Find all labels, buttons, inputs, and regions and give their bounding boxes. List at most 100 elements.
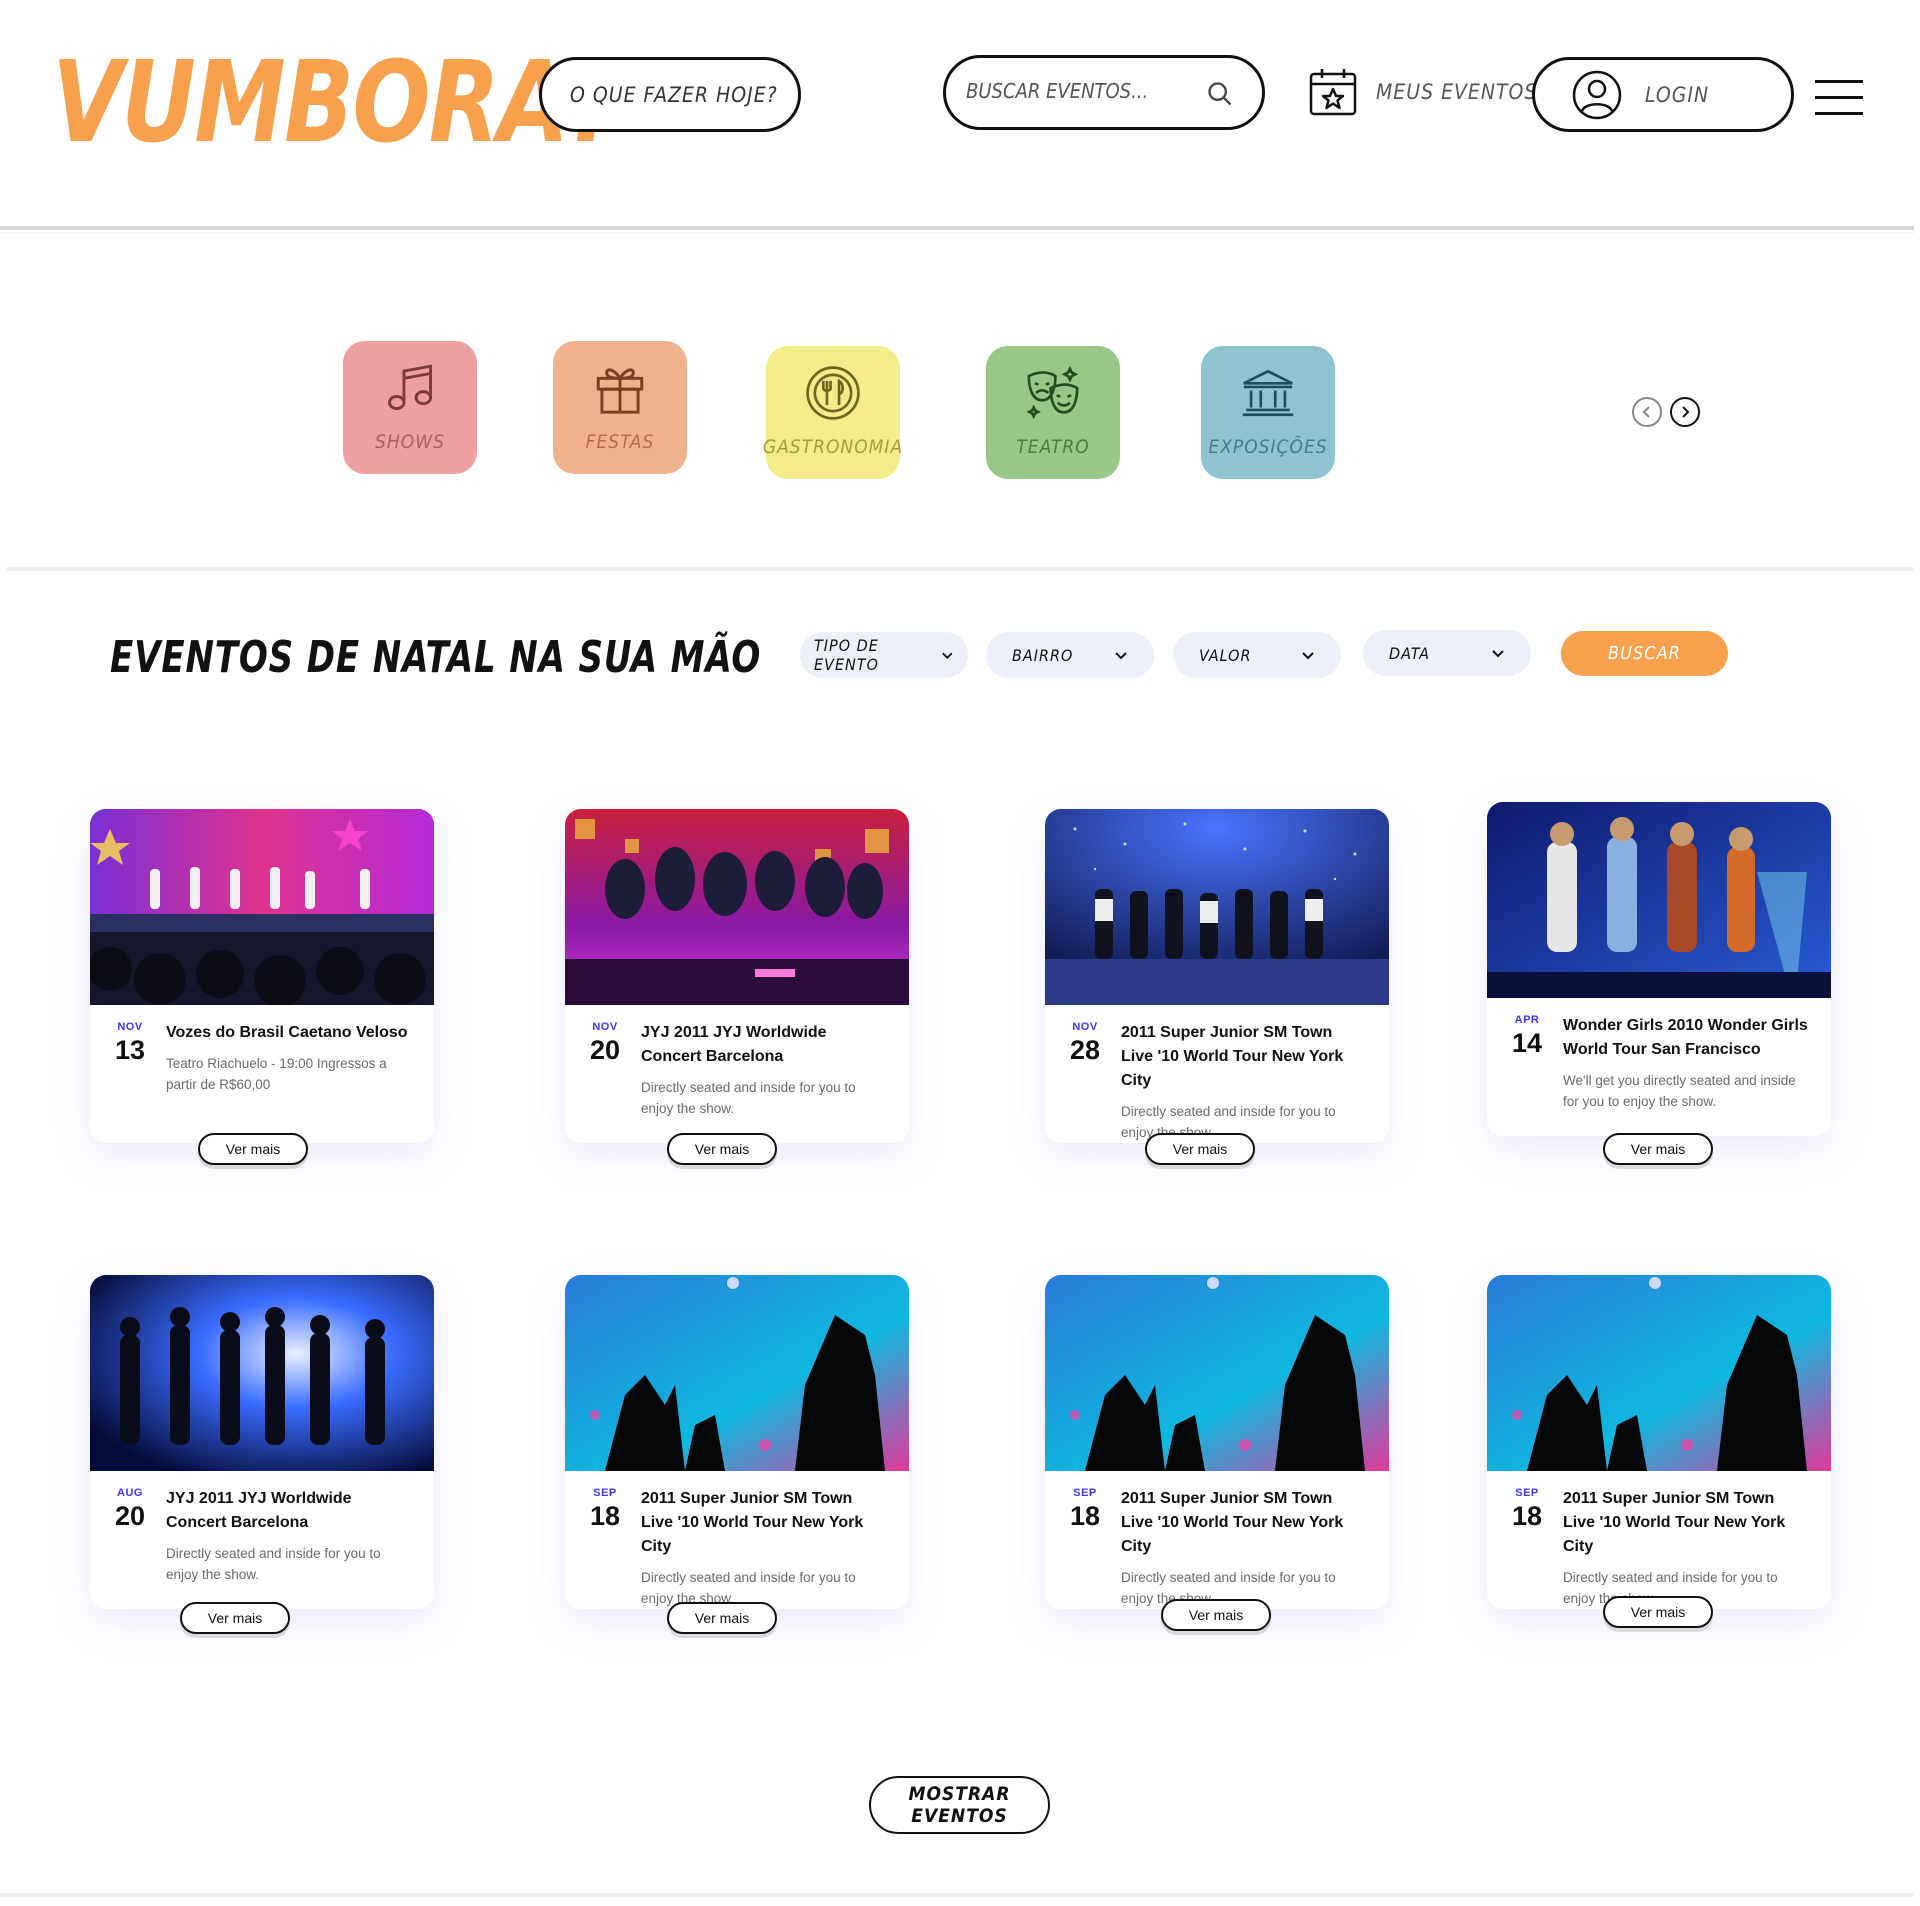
event-image[interactable]	[1045, 809, 1389, 1005]
filter-label: VALOR	[1199, 645, 1252, 665]
event-month: AUG	[117, 1487, 143, 1499]
category-label: FESTAS	[585, 431, 655, 453]
login-button[interactable]: LOGIN	[1532, 57, 1794, 132]
filter-price[interactable]: VALOR	[1173, 632, 1341, 678]
show-more-events-button[interactable]: MOSTRAR EVENTOS	[869, 1776, 1050, 1834]
filter-label: TIPO DE EVENTO	[814, 636, 879, 674]
event-day: 18	[1511, 1501, 1543, 1531]
filter-date[interactable]: DATA	[1363, 630, 1531, 676]
event-month: SEP	[1515, 1487, 1539, 1499]
see-more-button[interactable]: Ver mais	[180, 1602, 290, 1634]
theater-masks-icon	[1026, 365, 1079, 420]
category-label: SHOWS	[375, 431, 445, 453]
hamburger-menu-icon[interactable]	[1815, 80, 1863, 116]
search-input[interactable]	[966, 81, 1196, 104]
event-card[interactable]: AUG 20 JYJ 2011 JYJ Worldwide Concert Bar…	[90, 1275, 434, 1634]
chevron-down-icon	[1302, 652, 1314, 660]
event-card[interactable]: SEP 18 2011 Super Junior SM Town Live '10…	[1045, 1275, 1389, 1631]
event-day: 13	[114, 1035, 146, 1065]
chevron-down-icon	[942, 652, 953, 659]
category-teatro[interactable]: TEATRO	[986, 346, 1120, 479]
category-shows[interactable]: SHOWS	[343, 341, 477, 474]
event-card[interactable]: NOV 20 JYJ 2011 JYJ Worldwide Concert Bar…	[565, 809, 909, 1165]
event-image[interactable]	[1045, 1275, 1389, 1471]
event-description: Directly seated and inside for you to en…	[166, 1546, 381, 1582]
category-label: EXPOSIÇÕES	[1208, 436, 1328, 458]
event-title[interactable]: 2011 Super Junior SM Town Live '10 World…	[1563, 1487, 1809, 1559]
filter-event-type[interactable]: TIPO DE EVENTO	[800, 632, 968, 678]
see-more-button[interactable]: Ver mais	[1603, 1596, 1713, 1628]
event-month: SEP	[593, 1487, 617, 1499]
event-image[interactable]	[1487, 802, 1831, 998]
event-day: 20	[114, 1501, 146, 1531]
search-icon[interactable]	[1206, 80, 1234, 108]
what-to-do-button[interactable]: O QUE FAZER HOJE?	[539, 57, 801, 132]
see-more-button[interactable]: Ver mais	[667, 1602, 777, 1634]
calendar-star-icon	[1309, 69, 1357, 116]
event-card[interactable]: NOV 28 2011 Super Junior SM Town Live '10…	[1045, 809, 1389, 1165]
category-label: TEATRO	[1016, 436, 1090, 458]
event-month: NOV	[592, 1021, 618, 1033]
category-exposicoes[interactable]: EXPOSIÇÕES	[1201, 346, 1335, 479]
event-title[interactable]: 2011 Super Junior SM Town Live '10 World…	[1121, 1021, 1367, 1093]
event-title[interactable]: 2011 Super Junior SM Town Live '10 World…	[1121, 1487, 1367, 1559]
event-image[interactable]	[565, 809, 909, 1005]
filter-label: DATA	[1389, 643, 1430, 663]
gift-icon	[596, 368, 644, 414]
event-title[interactable]: JYJ 2011 JYJ Worldwide Concert Barcelona	[166, 1487, 412, 1535]
my-events-link[interactable]: MEUS EVENTOS	[1308, 66, 1537, 118]
event-day: 20	[589, 1035, 621, 1065]
search-events-button[interactable]: BUSCAR	[1561, 631, 1728, 676]
what-to-do-label: O QUE FAZER HOJE?	[570, 82, 778, 107]
category-carousel-nav	[1632, 397, 1700, 427]
music-note-icon	[388, 364, 432, 410]
carousel-next-button[interactable]	[1670, 397, 1700, 427]
see-more-button[interactable]: Ver mais	[1145, 1133, 1255, 1165]
my-events-label: MEUS EVENTOS	[1376, 80, 1538, 104]
event-image[interactable]	[565, 1275, 909, 1471]
logo[interactable]: VUMBORA?	[52, 38, 621, 168]
event-card[interactable]: SEP 18 2011 Super Junior SM Town Live '10…	[1487, 1275, 1831, 1628]
see-more-button[interactable]: Ver mais	[1161, 1599, 1271, 1631]
event-day: 18	[1069, 1501, 1101, 1531]
user-avatar-icon	[1572, 70, 1622, 119]
chevron-left-icon	[1642, 406, 1650, 418]
event-card[interactable]: SEP 18 2011 Super Junior SM Town Live '10…	[565, 1275, 909, 1634]
login-label: LOGIN	[1645, 82, 1710, 107]
header-divider-shadow	[0, 232, 1914, 233]
event-month: SEP	[1073, 1487, 1097, 1499]
section-divider	[6, 567, 1914, 571]
category-gastronomia[interactable]: GASTRONOMIA	[763, 346, 902, 479]
event-title[interactable]: JYJ 2011 JYJ Worldwide Concert Barcelona	[641, 1021, 887, 1069]
search-bar	[943, 55, 1265, 130]
event-card[interactable]: APR 14 Wonder Girls 2010 Wonder Girls Wor…	[1487, 802, 1831, 1165]
event-description: Teatro Riachuelo - 19:00 Ingressos a par…	[166, 1056, 387, 1092]
event-image[interactable]	[90, 809, 434, 1005]
event-description: We'll get you directly seated and inside…	[1563, 1073, 1796, 1109]
filter-neighborhood[interactable]: BAIRRO	[986, 632, 1154, 678]
event-image[interactable]	[1487, 1275, 1831, 1471]
chevron-right-icon	[1682, 406, 1690, 418]
see-more-button[interactable]: Ver mais	[198, 1133, 308, 1165]
event-title[interactable]: Vozes do Brasil Caetano Veloso	[166, 1021, 412, 1045]
carousel-prev-button[interactable]	[1632, 397, 1662, 427]
see-more-button[interactable]: Ver mais	[667, 1133, 777, 1165]
event-day: 28	[1069, 1035, 1101, 1065]
event-month: NOV	[117, 1021, 143, 1033]
event-card[interactable]: NOV 13 Vozes do Brasil Caetano Veloso Teat…	[90, 809, 434, 1165]
chevron-down-icon	[1492, 650, 1504, 658]
category-festas[interactable]: FESTAS	[553, 341, 687, 474]
event-title[interactable]: Wonder Girls 2010 Wonder Girls World Tou…	[1563, 1014, 1809, 1062]
filter-label: BAIRRO	[1012, 645, 1074, 665]
footer-divider	[0, 1893, 1914, 1897]
event-description: Directly seated and inside for you to en…	[641, 1080, 856, 1116]
header-divider	[0, 226, 1914, 230]
event-title[interactable]: 2011 Super Junior SM Town Live '10 World…	[641, 1487, 887, 1559]
museum-icon	[1242, 369, 1294, 417]
event-day: 18	[589, 1501, 621, 1531]
section-title: EVENTOS DE NATAL NA SUA MÃO	[110, 632, 762, 683]
event-image[interactable]	[90, 1275, 434, 1471]
see-more-button[interactable]: Ver mais	[1603, 1133, 1713, 1165]
event-day: 14	[1511, 1028, 1543, 1058]
chevron-down-icon	[1115, 652, 1127, 660]
